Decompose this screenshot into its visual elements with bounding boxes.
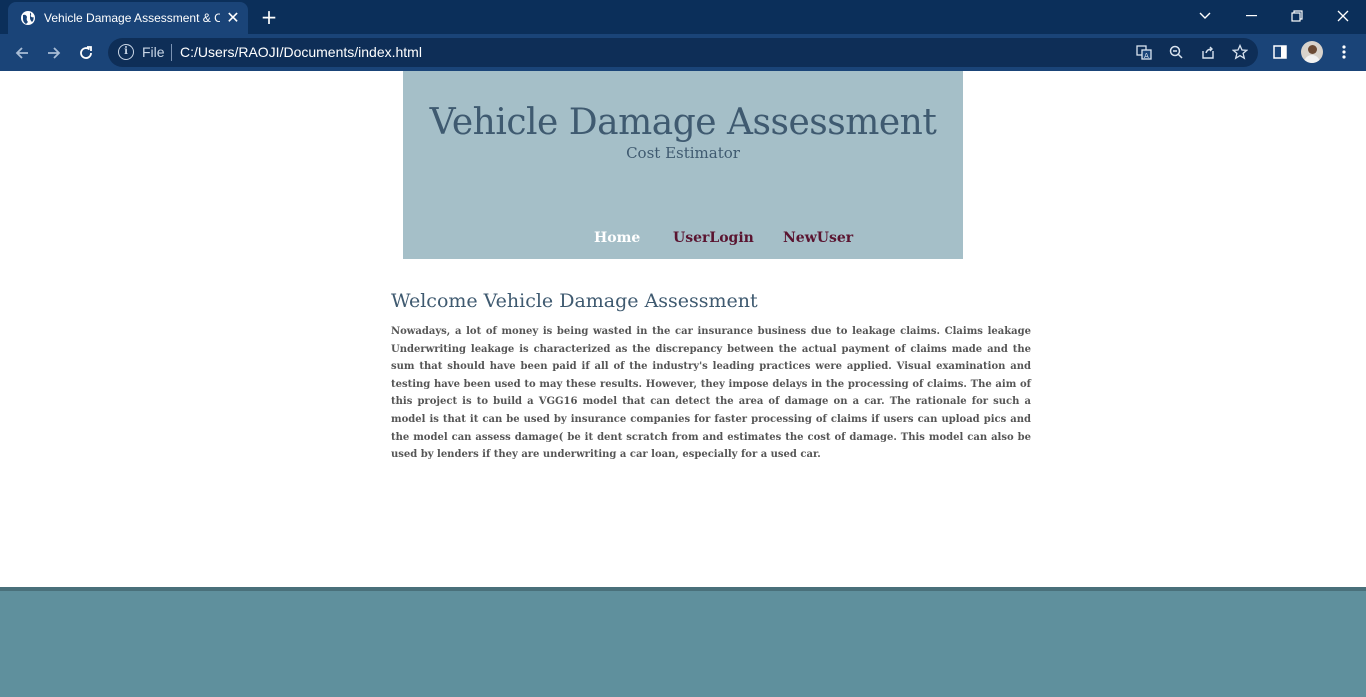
avatar-head — [1308, 45, 1317, 54]
avatar-body — [1304, 55, 1320, 63]
url-text[interactable]: C:/Users/RAOJI/Documents/index.html — [180, 44, 422, 61]
profile-avatar[interactable] — [1301, 41, 1323, 63]
star-icon[interactable] — [1230, 42, 1250, 62]
address-bar[interactable]: i File C:/Users/RAOJI/Documents/index.ht… — [108, 38, 1258, 67]
site-title: Vehicle Damage Assessment — [429, 102, 937, 143]
tab-strip: Vehicle Damage Assessment & Cost Estimat… — [0, 0, 1366, 34]
back-arrow-icon[interactable] — [10, 41, 34, 65]
svg-text:A: A — [1144, 52, 1149, 60]
minimize-icon[interactable] — [1228, 0, 1274, 32]
side-panel-icon[interactable] — [1270, 42, 1290, 62]
nav-newuser-link[interactable]: NewUser — [783, 229, 853, 247]
site-subtitle: Cost Estimator — [626, 144, 740, 162]
globe-icon — [20, 10, 36, 26]
site-header: Vehicle Damage Assessment Cost Estimator… — [403, 71, 963, 259]
intro-paragraph: Nowadays, a lot of money is being wasted… — [391, 326, 1031, 461]
share-icon[interactable] — [1198, 42, 1218, 62]
reload-icon[interactable] — [74, 41, 98, 65]
browser-toolbar: i File C:/Users/RAOJI/Documents/index.ht… — [0, 34, 1366, 71]
close-icon[interactable] — [1320, 0, 1366, 32]
nav-userlogin-link[interactable]: UserLogin — [673, 229, 754, 247]
page-viewport: Vehicle Damage Assessment Cost Estimator… — [0, 71, 1366, 697]
plus-icon[interactable]: + — [258, 6, 280, 28]
info-icon[interactable]: i — [118, 44, 134, 60]
site-footer — [0, 587, 1366, 697]
translate-icon[interactable]: A — [1134, 42, 1154, 62]
restore-icon[interactable] — [1274, 0, 1320, 32]
scheme-label: File — [142, 44, 165, 60]
divider — [171, 44, 172, 61]
nav-home-link[interactable]: Home — [594, 229, 640, 247]
browser-tab[interactable]: Vehicle Damage Assessment & Cost Estimat… — [8, 2, 248, 34]
more-menu-icon[interactable] — [1334, 42, 1354, 62]
chevron-down-icon[interactable] — [1182, 0, 1228, 32]
zoom-icon[interactable] — [1166, 42, 1186, 62]
welcome-heading: Welcome Vehicle Damage Assessment — [391, 290, 758, 312]
close-icon[interactable]: ✕ — [224, 9, 242, 27]
tab-title: Vehicle Damage Assessment & Cost Estimat… — [44, 11, 220, 25]
forward-arrow-icon[interactable] — [42, 41, 66, 65]
